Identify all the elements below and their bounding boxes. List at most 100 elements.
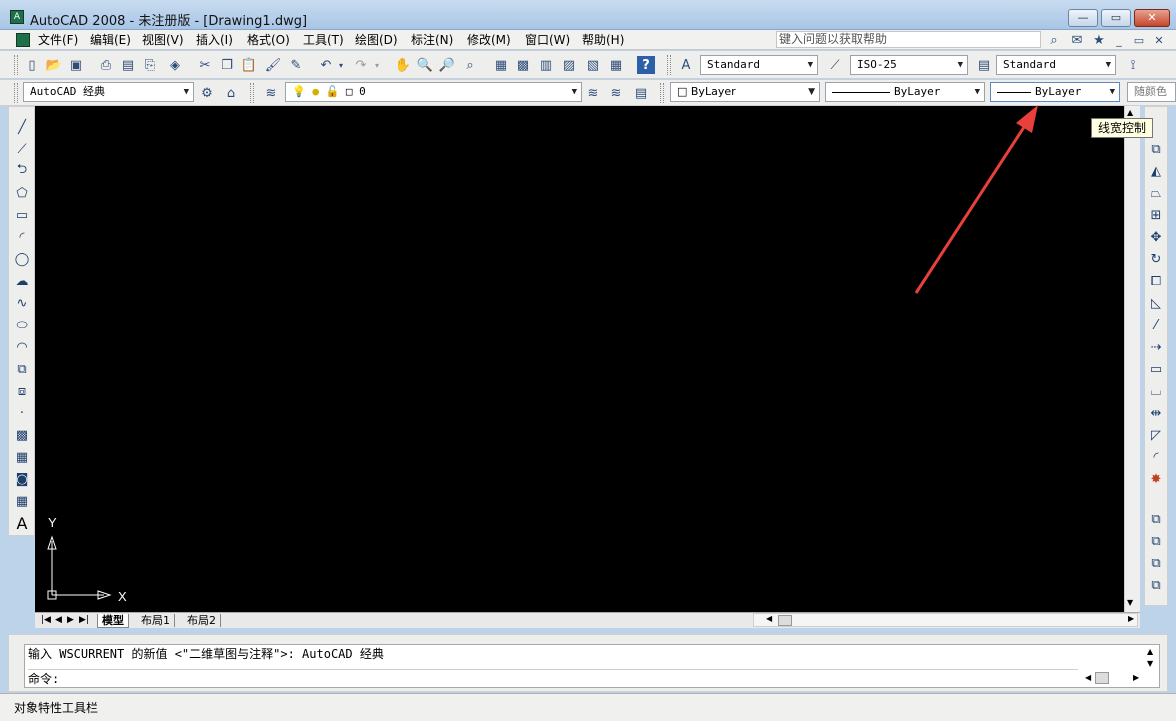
- cmd-scroll-up-icon[interactable]: ▲: [1147, 647, 1153, 656]
- undo-icon[interactable]: ↶: [317, 56, 335, 74]
- cmd-scroll-down-icon[interactable]: ▼: [1147, 659, 1153, 668]
- workspace-settings-icon[interactable]: ⚙: [198, 84, 216, 102]
- cmd-scroll-left-icon[interactable]: ◀: [1085, 673, 1091, 682]
- plotstyle-control-select[interactable]: 随颜色: [1127, 82, 1176, 102]
- layer-properties-icon[interactable]: ≋: [262, 84, 280, 102]
- markup-icon[interactable]: ▧: [584, 56, 602, 74]
- scale-icon[interactable]: ⧠: [1146, 271, 1166, 291]
- point-icon[interactable]: ·: [12, 403, 32, 423]
- layer-thaw-sun-icon[interactable]: ●: [312, 85, 319, 98]
- offset-icon[interactable]: ⏢: [1146, 183, 1166, 203]
- doc-restore-button[interactable]: ▭: [1130, 31, 1148, 49]
- plot-preview-icon[interactable]: ▤: [119, 56, 137, 74]
- break-icon[interactable]: ⌴: [1146, 381, 1166, 401]
- menu-window[interactable]: 窗口(W): [525, 32, 570, 48]
- open-folder-icon[interactable]: 📂: [45, 56, 63, 74]
- layer-on-bulb-icon[interactable]: 💡: [292, 85, 306, 98]
- menu-tools[interactable]: 工具(T): [303, 32, 344, 48]
- workspace-select[interactable]: AutoCAD 经典▼: [23, 82, 194, 102]
- menu-file[interactable]: 文件(F): [38, 32, 78, 48]
- line-icon[interactable]: ╱: [12, 117, 32, 137]
- publish-icon[interactable]: ⎘: [141, 56, 159, 74]
- chamfer-icon[interactable]: ◸: [1146, 425, 1166, 445]
- gradient-icon[interactable]: ▦: [12, 447, 32, 467]
- horizontal-scrollbar[interactable]: ◀ ▶: [753, 613, 1138, 627]
- explode-icon[interactable]: ✸: [1146, 469, 1166, 489]
- block-editor-icon[interactable]: ✎: [287, 56, 305, 74]
- copy-icon[interactable]: ❐: [218, 56, 236, 74]
- copy-object-icon[interactable]: ⧉: [1146, 139, 1166, 159]
- sheet-set-icon[interactable]: ▨: [560, 56, 578, 74]
- toolbar-grip[interactable]: [14, 83, 18, 103]
- table-icon[interactable]: ▦: [12, 491, 32, 511]
- doc-close-button[interactable]: ✕: [1150, 31, 1168, 49]
- insert-block-icon[interactable]: ⧉: [12, 359, 32, 379]
- break-at-point-icon[interactable]: ▭: [1146, 359, 1166, 379]
- hscroll-left-icon[interactable]: ◀: [766, 614, 772, 623]
- close-button[interactable]: ✕: [1134, 9, 1170, 27]
- trim-icon[interactable]: ⁄: [1146, 315, 1166, 335]
- new-file-icon[interactable]: ▯: [23, 56, 41, 74]
- command-history[interactable]: 输入 WSCURRENT 的新值 <"二维草图与注释">: AutoCAD 经典…: [24, 644, 1160, 688]
- scroll-down-icon[interactable]: ▼: [1127, 598, 1133, 607]
- redo-icon[interactable]: ↷: [352, 56, 370, 74]
- circle-icon[interactable]: ◯: [12, 249, 32, 269]
- rotate-icon[interactable]: ↻: [1146, 249, 1166, 269]
- join-icon[interactable]: ⇹: [1146, 403, 1166, 423]
- tab-model[interactable]: 模型: [97, 614, 129, 628]
- tab-layout2[interactable]: 布局2: [183, 614, 221, 627]
- pan-realtime-icon[interactable]: ✋: [394, 56, 412, 74]
- match-properties-icon[interactable]: 🖌: [264, 56, 282, 74]
- hatch-icon[interactable]: ▩: [12, 425, 32, 445]
- calculator-icon[interactable]: ▦: [607, 56, 625, 74]
- extend-icon[interactable]: ⇢: [1146, 337, 1166, 357]
- spline-icon[interactable]: ∿: [12, 293, 32, 313]
- design-center-icon[interactable]: ▩: [514, 56, 532, 74]
- dimension-style-select[interactable]: ISO-25▼: [850, 55, 968, 75]
- draworder-under-icon[interactable]: ⧉: [1146, 575, 1166, 595]
- color-control-select[interactable]: □ ByLayer▼: [670, 82, 820, 102]
- menu-draw[interactable]: 绘图(D): [355, 32, 398, 48]
- array-icon[interactable]: ⊞: [1146, 205, 1166, 225]
- table-style-select[interactable]: Standard▼: [996, 55, 1116, 75]
- menu-dimension[interactable]: 标注(N): [411, 32, 453, 48]
- toolbar-grip[interactable]: [14, 55, 18, 75]
- zoom-previous-icon[interactable]: ⌕: [461, 56, 479, 74]
- make-block-icon[interactable]: ⧈: [12, 381, 32, 401]
- ellipse-icon[interactable]: ⬭: [12, 315, 32, 335]
- minimize-button[interactable]: —: [1068, 9, 1098, 27]
- my-workspace-icon[interactable]: ⌂: [222, 84, 240, 102]
- menu-edit[interactable]: 编辑(E): [90, 32, 131, 48]
- help-icon[interactable]: ?: [637, 56, 655, 74]
- undo-dropdown-icon[interactable]: ▾: [336, 56, 346, 74]
- layer-states-icon[interactable]: ▤: [632, 84, 650, 102]
- properties-icon[interactable]: ▦: [492, 56, 510, 74]
- multileader-style-icon[interactable]: ⟟: [1124, 56, 1142, 74]
- command-prompt-input[interactable]: 命令:: [28, 669, 1078, 687]
- menu-modify[interactable]: 修改(M): [467, 32, 511, 48]
- save-icon[interactable]: ▣: [67, 56, 85, 74]
- plot-icon[interactable]: ⎙: [97, 56, 115, 74]
- cmd-hscroll-thumb[interactable]: [1095, 672, 1109, 684]
- menu-view[interactable]: 视图(V): [142, 32, 184, 48]
- polyline-icon[interactable]: ⮌: [12, 161, 32, 181]
- toolbar-grip[interactable]: [667, 55, 671, 75]
- draworder-front-icon[interactable]: ⧉: [1146, 509, 1166, 529]
- draworder-back-icon[interactable]: ⧉: [1146, 531, 1166, 551]
- redo-dropdown-icon[interactable]: ▾: [372, 56, 382, 74]
- zoom-realtime-icon[interactable]: 🔍: [416, 56, 434, 74]
- tool-palettes-icon[interactable]: ▥: [537, 56, 555, 74]
- help-search-input[interactable]: 键入问题以获取帮助: [776, 31, 1041, 48]
- mirror-icon[interactable]: ◭: [1146, 161, 1166, 181]
- stretch-icon[interactable]: ◺: [1146, 293, 1166, 313]
- construction-line-icon[interactable]: ⟋: [12, 139, 32, 159]
- table-style-icon[interactable]: ▤: [975, 56, 993, 74]
- move-icon[interactable]: ✥: [1146, 227, 1166, 247]
- doc-minimize-button[interactable]: _: [1110, 31, 1128, 49]
- dimension-style-icon[interactable]: ⟋: [826, 56, 844, 74]
- document-icon[interactable]: [16, 33, 30, 47]
- cut-icon[interactable]: ✂: [196, 56, 214, 74]
- ellipse-arc-icon[interactable]: ◠: [12, 337, 32, 357]
- menu-help[interactable]: 帮助(H): [582, 32, 624, 48]
- layer-previous-icon[interactable]: ≋: [607, 84, 625, 102]
